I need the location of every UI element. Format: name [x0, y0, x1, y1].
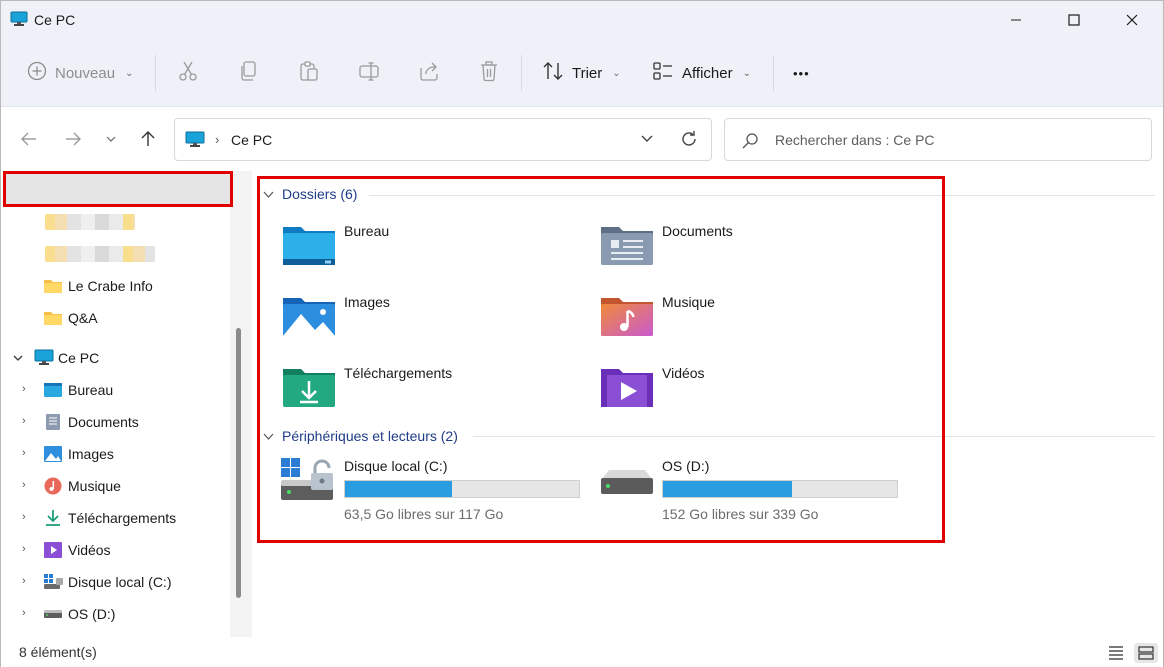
- folder-icon: [43, 277, 63, 295]
- sidebar-item-telechargements[interactable]: › Téléchargements: [1, 502, 233, 534]
- search-input[interactable]: Rechercher dans : Ce PC: [775, 132, 935, 148]
- address-dropdown-button[interactable]: [639, 130, 655, 149]
- paste-button[interactable]: [298, 51, 320, 95]
- chevron-down-icon[interactable]: [12, 351, 24, 367]
- address-bar[interactable]: › Ce PC: [174, 118, 712, 161]
- sidebar-item-disque-local-c[interactable]: › Disque local (C:): [1, 566, 233, 598]
- chevron-right-icon[interactable]: ›: [22, 415, 26, 427]
- title-bar: Ce PC: [1, 1, 1163, 39]
- videos-folder-icon: [43, 541, 63, 559]
- rename-icon: [358, 60, 380, 86]
- cut-button[interactable]: [177, 51, 199, 95]
- status-bar: 8 élément(s): [1, 637, 1163, 667]
- search-icon: [741, 132, 759, 153]
- chevron-down-icon: ⌄: [612, 67, 621, 79]
- sidebar-item-musique[interactable]: › Musique: [1, 470, 233, 502]
- sidebar-scrollbar-thumb[interactable]: [236, 328, 241, 598]
- view-label: Afficher: [682, 64, 733, 82]
- computer-icon: [34, 349, 54, 367]
- documents-folder-icon: [43, 413, 63, 431]
- divider: [773, 55, 774, 91]
- chevron-right-icon[interactable]: ›: [22, 511, 26, 523]
- pinned-item-blurred[interactable]: [45, 246, 155, 262]
- sort-label: Trier: [572, 64, 603, 82]
- rename-button[interactable]: [358, 51, 380, 95]
- system-drive-icon: [43, 573, 63, 591]
- sidebar-item-os-d[interactable]: › OS (D:): [1, 598, 233, 630]
- forward-button[interactable]: [61, 127, 85, 151]
- tiles-view-button[interactable]: [1134, 643, 1158, 663]
- music-folder-icon: [43, 477, 63, 495]
- pinned-item-blurred[interactable]: [45, 214, 135, 230]
- content-pane: Dossiers (6) Bureau Documents Images Mus…: [253, 171, 1163, 637]
- minimize-button[interactable]: [987, 1, 1045, 39]
- view-button[interactable]: Afficher ⌄: [652, 51, 751, 95]
- chevron-right-icon[interactable]: ›: [22, 479, 26, 491]
- sort-button[interactable]: Trier ⌄: [542, 51, 621, 95]
- search-box[interactable]: Rechercher dans : Ce PC: [724, 118, 1152, 161]
- content-highlight-frame: [257, 176, 945, 543]
- more-options-button[interactable]: •••: [793, 51, 810, 95]
- navigation-pane: 📌 Le Crabe Info Q&A Ce PC ›: [1, 171, 253, 637]
- desktop-folder-icon: [43, 381, 63, 399]
- computer-icon: [10, 11, 28, 30]
- copy-icon: [238, 60, 260, 86]
- sidebar-item-ce-pc[interactable]: Ce PC: [1, 342, 233, 374]
- delete-button[interactable]: [478, 51, 500, 95]
- window-title: Ce PC: [34, 12, 76, 28]
- chevron-right-icon[interactable]: ›: [22, 447, 26, 459]
- breadcrumb-chevron-icon: ›: [215, 132, 220, 147]
- sidebar-item-documents[interactable]: › Documents: [1, 406, 233, 438]
- refresh-button[interactable]: [679, 129, 699, 152]
- up-button[interactable]: [136, 127, 160, 151]
- item-count: 8 élément(s): [19, 644, 97, 660]
- maximize-button[interactable]: [1045, 1, 1103, 39]
- breadcrumb-current[interactable]: Ce PC: [231, 132, 272, 148]
- sidebar-item-le-crabe-info[interactable]: Le Crabe Info: [1, 270, 233, 302]
- chevron-right-icon[interactable]: ›: [22, 575, 26, 587]
- ce-pc-highlight-frame: [3, 171, 233, 207]
- new-button[interactable]: Nouveau ⌄: [27, 51, 133, 95]
- trash-icon: [478, 60, 500, 86]
- chevron-right-icon[interactable]: ›: [22, 607, 26, 619]
- chevron-right-icon[interactable]: ›: [22, 383, 26, 395]
- chevron-right-icon[interactable]: ›: [22, 543, 26, 555]
- sort-arrows-icon: [542, 60, 564, 86]
- view-list-icon: [652, 60, 674, 86]
- share-icon: [418, 60, 440, 86]
- sidebar-item-images[interactable]: › Images: [1, 438, 233, 470]
- pictures-folder-icon: [43, 445, 63, 463]
- sidebar-scrollbar[interactable]: [230, 171, 252, 637]
- copy-button[interactable]: [238, 51, 260, 95]
- scissors-icon: [177, 60, 199, 86]
- details-view-icon: [1109, 646, 1123, 660]
- drive-icon: [43, 605, 63, 623]
- file-explorer-window: Ce PC Nouveau ⌄ Trier ⌄ Afficher ⌄ ••• ›…: [0, 0, 1164, 667]
- details-view-button[interactable]: [1108, 644, 1124, 663]
- close-button[interactable]: [1103, 1, 1161, 39]
- paste-icon: [298, 60, 320, 86]
- more-options-icon: •••: [793, 65, 810, 81]
- tiles-view-icon: [1138, 646, 1154, 660]
- command-bar: Nouveau ⌄ Trier ⌄ Afficher ⌄ •••: [1, 39, 1163, 107]
- share-button[interactable]: [418, 51, 440, 95]
- folder-icon: [43, 309, 63, 327]
- chevron-down-icon: ⌄: [742, 67, 751, 79]
- chevron-down-icon: ⌄: [125, 67, 134, 79]
- divider: [155, 55, 156, 91]
- sidebar-item-qa[interactable]: Q&A: [1, 302, 233, 334]
- divider: [521, 55, 522, 91]
- new-label: Nouveau: [55, 64, 116, 82]
- recent-locations-button[interactable]: [99, 127, 123, 151]
- download-icon: [43, 509, 63, 527]
- sidebar-item-bureau[interactable]: › Bureau: [1, 374, 233, 406]
- plus-circle-icon: [27, 61, 47, 85]
- sidebar-item-videos[interactable]: › Vidéos: [1, 534, 233, 566]
- computer-icon: [185, 131, 205, 152]
- back-button[interactable]: [17, 127, 41, 151]
- navigation-row: › Ce PC Rechercher dans : Ce PC: [1, 107, 1163, 171]
